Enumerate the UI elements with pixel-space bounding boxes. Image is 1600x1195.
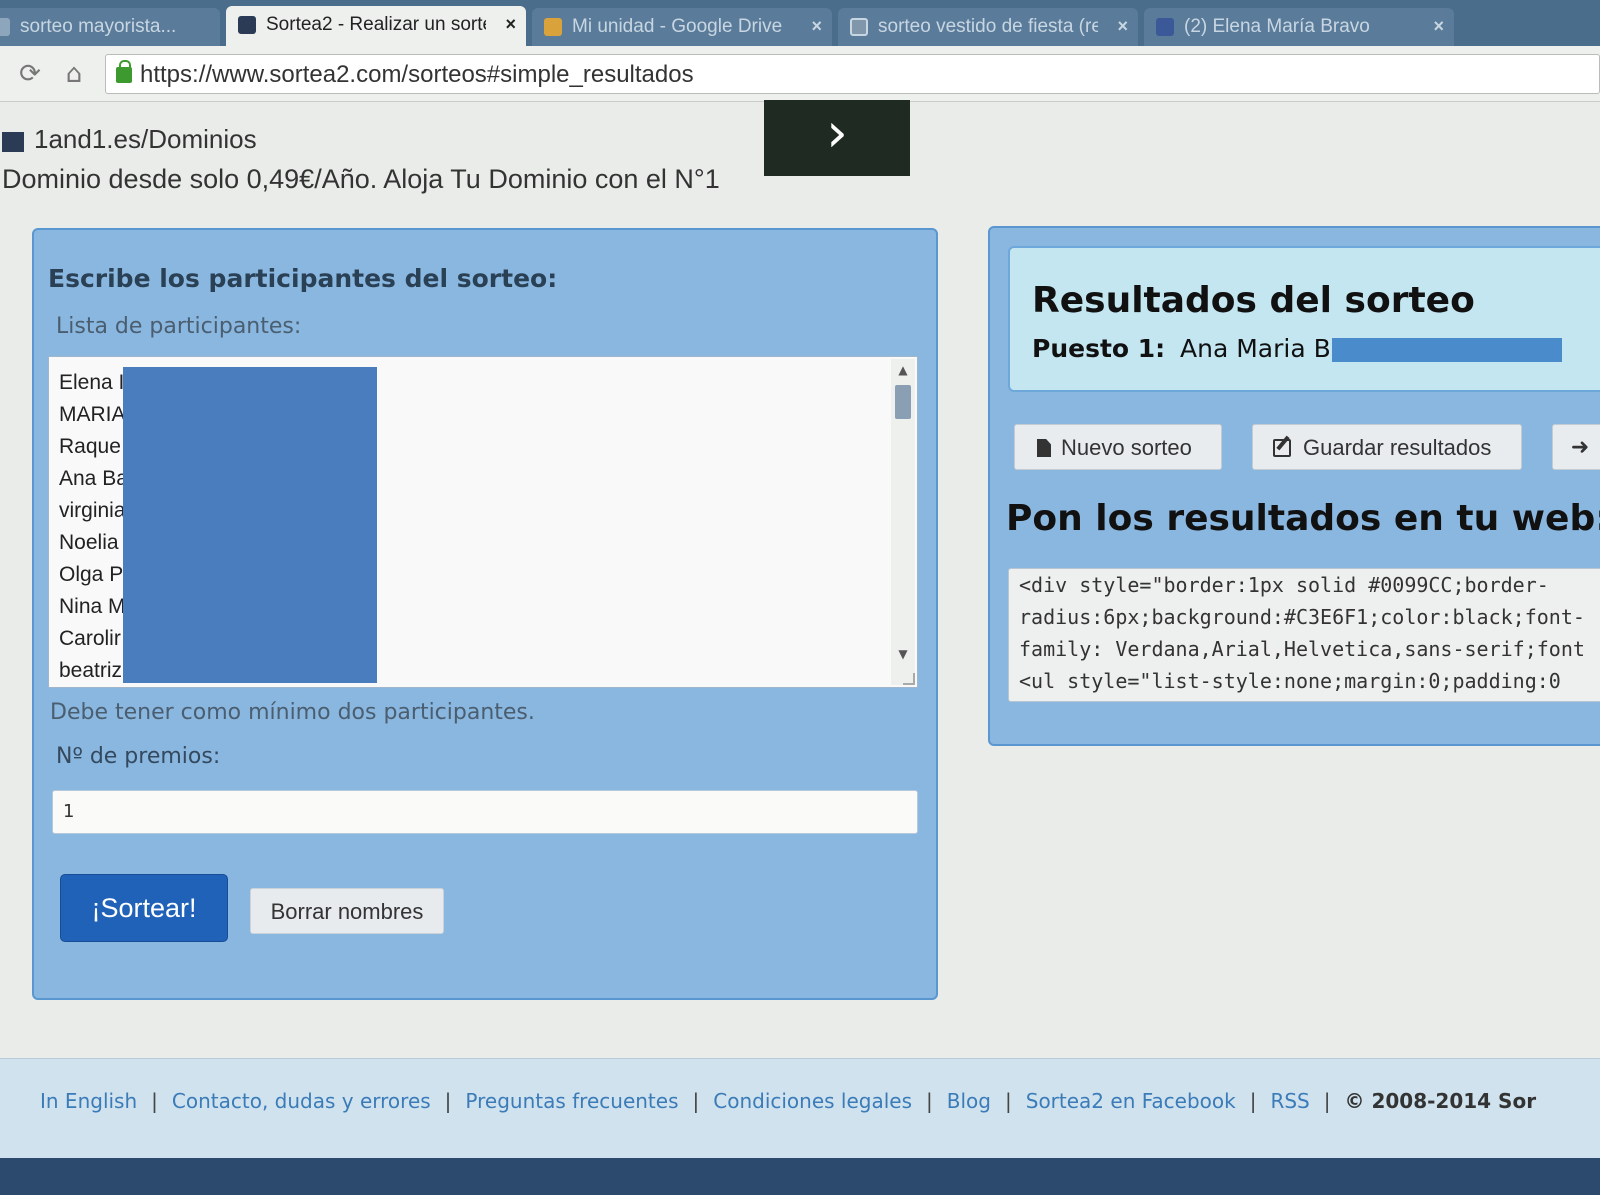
new-draw-label: Nuevo sorteo <box>1061 435 1192 460</box>
drive-favicon-icon <box>544 18 562 36</box>
resize-grip-icon[interactable] <box>903 673 915 685</box>
participant-name: Noelia <box>59 531 119 554</box>
os-taskbar <box>0 1158 1600 1195</box>
ad-arrow-button[interactable]: › <box>764 100 910 176</box>
new-draw-button[interactable]: Nuevo sorteo <box>1014 424 1222 470</box>
tab-title: (2) Elena María Bravo <box>1184 16 1370 37</box>
winner-name: Ana Maria Br <box>1180 334 1342 363</box>
close-tab-icon[interactable]: × <box>1433 16 1444 37</box>
tab-title: Sortea2 - Realizar un sorte <box>266 14 486 35</box>
footer-link-contact[interactable]: Contacto, dudas y errores <box>172 1089 431 1113</box>
participants-panel: Escribe los participantes del sorteo: Li… <box>32 228 938 1000</box>
copyright: © 2008-2014 Sor <box>1344 1089 1537 1113</box>
redaction-overlay <box>123 367 377 683</box>
participant-name: Ana Ba <box>59 467 128 490</box>
ad-favicon-icon <box>2 132 24 152</box>
scroll-up-icon[interactable]: ▲ <box>895 363 911 377</box>
browser-tab-sortea2[interactable]: Sortea2 - Realizar un sorte × <box>226 6 526 46</box>
sortea2-favicon-icon <box>238 16 256 34</box>
share-button[interactable]: ➜ <box>1552 424 1600 470</box>
browser-toolbar: ⟳ ⌂ https://www.sortea2.com/sorteos#simp… <box>0 46 1600 102</box>
code-line: <div style="border:1px solid #0099CC;bor… <box>1019 573 1549 597</box>
participant-name: Nina M <box>59 595 126 618</box>
ad-host-link[interactable]: 1and1.es/Dominios <box>34 124 257 155</box>
save-results-label: Guardar resultados <box>1303 435 1492 460</box>
separator: | <box>151 1089 158 1113</box>
separator: | <box>1249 1089 1257 1113</box>
participant-names: Elena I MARIA Raque Ana Ba virginia Noel… <box>59 367 128 687</box>
footer-link-rss[interactable]: RSS <box>1270 1089 1309 1113</box>
browser-tab-facebook[interactable]: (2) Elena María Bravo × <box>1144 8 1454 46</box>
scroll-down-icon[interactable]: ▼ <box>895 647 911 661</box>
tab-title: Mi unidad - Google Drive <box>572 16 783 37</box>
place-label: Puesto 1: <box>1032 334 1166 363</box>
code-line: radius:6px;background:#C3E6F1;color:blac… <box>1019 605 1585 629</box>
close-tab-icon[interactable]: × <box>1117 16 1128 37</box>
results-panel: Resultados del sorteo Puesto 1: Ana Mari… <box>988 226 1600 746</box>
browser-tab-sorteo-vestido[interactable]: sorteo vestido de fiesta (re × <box>838 8 1138 46</box>
embed-title: Pon los resultados en tu web: <box>1006 498 1600 539</box>
clear-names-button[interactable]: Borrar nombres <box>250 888 444 934</box>
footer-link-english[interactable]: In English <box>40 1089 137 1113</box>
separator: | <box>1323 1089 1331 1113</box>
embed-code-box[interactable]: <div style="border:1px solid #0099CC;bor… <box>1008 568 1600 702</box>
save-results-button[interactable]: Guardar resultados <box>1252 424 1522 470</box>
facebook-favicon-icon <box>1156 18 1174 36</box>
lock-icon <box>116 60 132 83</box>
participant-name: Elena I <box>59 371 125 394</box>
sheet-favicon-icon <box>850 18 868 36</box>
home-icon[interactable]: ⌂ <box>60 60 88 88</box>
ad-text[interactable]: Dominio desde solo 0,49€/Año. Aloja Tu D… <box>2 164 720 195</box>
prizes-input[interactable]: 1 <box>52 790 918 834</box>
participant-name: MARIA <box>59 403 126 426</box>
results-box: Resultados del sorteo Puesto 1: Ana Mari… <box>1008 246 1600 392</box>
participant-name: Carolir <box>59 627 121 650</box>
footer-link-blog[interactable]: Blog <box>947 1089 991 1113</box>
participants-textarea[interactable]: Elena I MARIA Raque Ana Ba virginia Noel… <box>48 356 918 688</box>
results-title: Resultados del sorteo <box>1032 280 1475 321</box>
tab-favicon-icon <box>0 18 10 36</box>
participants-list-label: Lista de participantes: <box>56 314 302 339</box>
share-arrow-icon: ➜ <box>1570 435 1590 460</box>
separator: | <box>692 1089 700 1113</box>
close-tab-icon[interactable]: × <box>811 16 822 37</box>
participant-name: Raque <box>59 435 121 458</box>
participant-name: virginia <box>59 499 126 522</box>
close-tab-icon[interactable]: × <box>505 14 516 35</box>
url-text[interactable]: https://www.sortea2.com/sorteos#simple_r… <box>140 61 694 89</box>
edit-icon <box>1273 439 1291 457</box>
reload-icon[interactable]: ⟳ <box>16 60 44 88</box>
footer-link-faq[interactable]: Preguntas frecuentes <box>465 1089 678 1113</box>
separator: | <box>926 1089 933 1113</box>
browser-tab-1[interactable]: sorteo mayorista... <box>0 8 220 46</box>
textarea-scrollbar[interactable]: ▲ ▼ <box>891 359 915 685</box>
minimum-participants-note: Debe tener como mínimo dos participantes… <box>50 700 535 725</box>
redaction-overlay <box>1332 338 1562 362</box>
browser-tab-strip: sorteo mayorista... Sortea2 - Realizar u… <box>0 0 1600 46</box>
participant-name: Olga P <box>59 563 124 586</box>
separator: | <box>444 1089 452 1113</box>
tab-title: sorteo vestido de fiesta (re <box>878 16 1098 37</box>
site-footer: In English | Contacto, dudas y errores | Pre… <box>0 1058 1600 1158</box>
file-icon <box>1037 439 1051 457</box>
scroll-thumb[interactable] <box>895 385 911 419</box>
draw-button[interactable]: ¡Sortear! <box>60 874 228 942</box>
prizes-label: Nº de premios: <box>56 744 221 769</box>
participant-name: beatriz <box>59 659 123 682</box>
address-bar[interactable]: https://www.sortea2.com/sorteos#simple_r… <box>105 54 1600 94</box>
footer-link-legal[interactable]: Condiciones legales <box>713 1089 912 1113</box>
browser-tab-google-drive[interactable]: Mi unidad - Google Drive × <box>532 8 832 46</box>
tab-title: sorteo mayorista... <box>20 16 177 37</box>
separator: | <box>1005 1089 1012 1113</box>
code-line: family: Verdana,Arial,Helvetica,sans-ser… <box>1019 637 1585 661</box>
footer-link-facebook[interactable]: Sortea2 en Facebook <box>1026 1089 1236 1113</box>
footer-links: In English | Contacto, dudas y errores | Pre… <box>40 1089 1536 1113</box>
participants-heading: Escribe los participantes del sorteo: <box>48 264 558 293</box>
code-line: <ul style="list-style:none;margin:0;padd… <box>1019 669 1561 693</box>
